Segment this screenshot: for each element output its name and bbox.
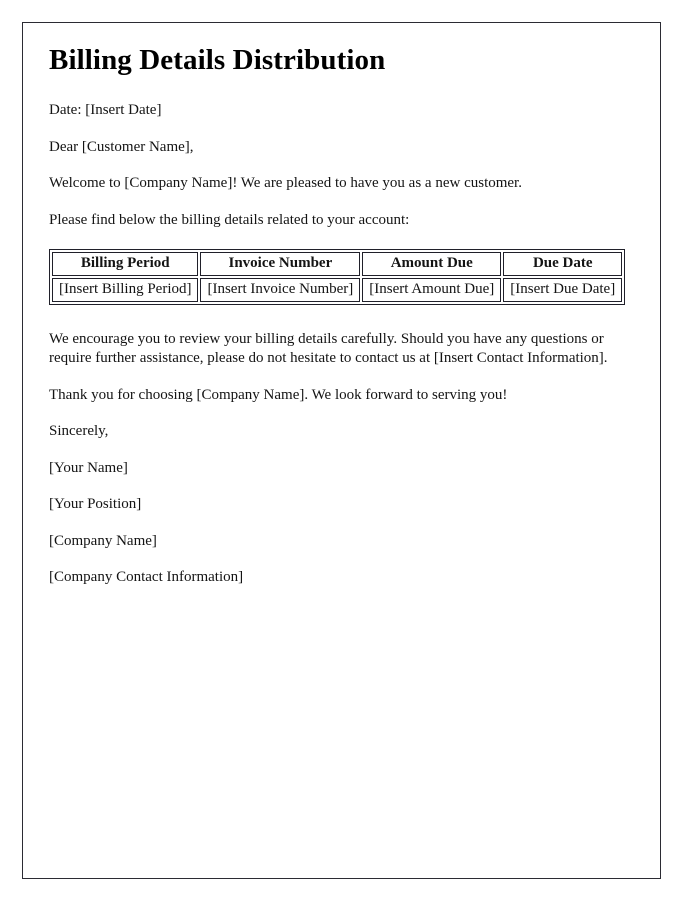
column-header-due-date: Due Date xyxy=(503,252,623,276)
cell-billing-period: [Insert Billing Period] xyxy=(52,277,199,302)
salutation: Dear [Customer Name], xyxy=(49,138,194,155)
document-page: Billing Details Distribution Date: [Inse… xyxy=(22,22,661,879)
signature-contact: [Company Contact Information] xyxy=(49,569,244,586)
table-row: [Insert Billing Period] [Insert Invoice … xyxy=(52,277,623,302)
column-header-billing-period: Billing Period xyxy=(52,252,199,276)
review-paragraph: We encourage you to review your billing … xyxy=(49,330,608,367)
table-body: [Insert Billing Period] [Insert Invoice … xyxy=(52,277,623,302)
thanks-paragraph: Thank you for choosing [Company Name]. W… xyxy=(49,386,508,403)
table-header-row: Billing Period Invoice Number Amount Due… xyxy=(52,252,623,276)
signature-name: [Your Name] xyxy=(49,459,128,476)
cell-due-date: [Insert Due Date] xyxy=(503,277,623,302)
signature-position: [Your Position] xyxy=(49,496,142,513)
intro-paragraph: Please find below the billing details re… xyxy=(49,211,410,228)
billing-details-table: Billing Period Invoice Number Amount Due… xyxy=(49,249,626,305)
date-line: Date: [Insert Date] xyxy=(49,102,162,119)
cell-invoice-number: [Insert Invoice Number] xyxy=(200,277,361,302)
column-header-amount-due: Amount Due xyxy=(362,252,502,276)
page-title: Billing Details Distribution xyxy=(49,44,386,76)
cell-amount-due: [Insert Amount Due] xyxy=(362,277,502,302)
table-header: Billing Period Invoice Number Amount Due… xyxy=(52,252,623,276)
column-header-invoice-number: Invoice Number xyxy=(200,252,361,276)
closing-line: Sincerely, xyxy=(49,423,109,440)
welcome-paragraph: Welcome to [Company Name]! We are please… xyxy=(49,175,522,192)
document-body: Billing Details Distribution Date: [Inse… xyxy=(49,43,640,588)
signature-company: [Company Name] xyxy=(49,532,157,549)
